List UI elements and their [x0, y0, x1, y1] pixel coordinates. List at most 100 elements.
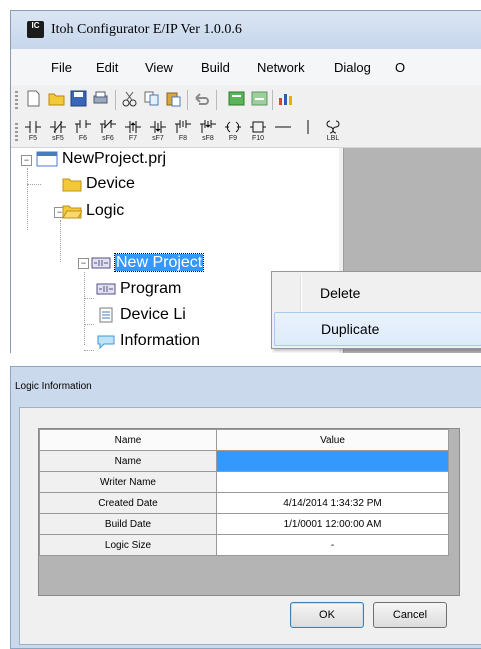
title-bar: IC Itoh Configurator E/IP Ver 1.0.0.6 [11, 11, 481, 49]
table-row[interactable]: Created Date 4/14/2014 1:34:32 PM [39, 492, 449, 514]
toolbar-separator [115, 90, 116, 110]
tree-label: NewProject.prj [62, 150, 167, 167]
menu-network[interactable]: Network [257, 60, 305, 75]
menu-view[interactable]: View [145, 60, 173, 75]
menu-dialog[interactable]: Dialog [334, 60, 371, 75]
window-title: Itoh Configurator E/IP Ver 1.0.0.6 [51, 22, 242, 37]
new-file-icon[interactable] [25, 90, 42, 107]
tree-line [84, 272, 85, 345]
folder-open-icon [62, 205, 82, 219]
row-name: Created Date [39, 492, 217, 514]
menu-bar: File Edit View Build Network Dialog O [11, 49, 481, 85]
monitor-chart-icon[interactable] [277, 90, 294, 107]
row-value: 1/1/0001 12:00:00 AM [216, 513, 449, 535]
table-row[interactable]: Build Date 1/1/0001 12:00:00 AM [39, 513, 449, 535]
row-name: Build Date [39, 513, 217, 535]
copy-icon[interactable] [143, 90, 160, 107]
table-row[interactable]: Writer Name [39, 471, 449, 493]
toolbar-grip[interactable] [15, 123, 18, 143]
table-row[interactable]: Logic Size - [39, 534, 449, 556]
tree-item-new-project[interactable]: New Project [91, 253, 205, 272]
tree-label: Program [120, 280, 182, 297]
menu-file[interactable]: File [51, 60, 72, 75]
logic-program-icon [91, 257, 111, 269]
tree-label: Logic [86, 202, 125, 219]
app-logo-icon: IC [27, 21, 44, 38]
menu-build[interactable]: Build [201, 60, 230, 75]
toolbar-separator [272, 90, 273, 110]
row-value: 4/14/2014 1:34:32 PM [216, 492, 449, 514]
tree-item-logic[interactable]: Logic [62, 202, 124, 220]
build-icon[interactable] [228, 90, 245, 107]
horizontal-line-button[interactable] [273, 120, 293, 144]
ladder-toolbar: F5 sF5 F6 sF6 F7 sF7 F8 sF8 F9 F10 LBL [11, 117, 481, 148]
falling-edge-button[interactable]: sF7 [148, 120, 168, 144]
column-header-value[interactable]: Value [216, 429, 449, 451]
paste-icon[interactable] [165, 90, 182, 107]
cancel-button[interactable]: Cancel [373, 602, 447, 628]
menu-item-label: Delete [320, 285, 361, 301]
cut-icon[interactable] [121, 90, 138, 107]
menu-item-delete[interactable]: Delete [274, 277, 480, 309]
tree-line [84, 298, 94, 299]
dialog-body: Name Value Name Writer Name Created Date… [19, 407, 481, 645]
tree-label: Device Li [120, 306, 186, 323]
context-menu: Delete Duplicate [271, 271, 481, 349]
project-file-icon [36, 151, 58, 167]
toolbar-separator [216, 90, 217, 110]
tree-line [60, 220, 61, 262]
open-folder-icon[interactable] [48, 90, 65, 107]
tree-label: Device [86, 175, 135, 192]
table-row[interactable]: Name [39, 450, 449, 472]
rising-edge-button[interactable]: F7 [123, 120, 143, 144]
standard-toolbar [11, 85, 481, 117]
rebuild-icon[interactable] [251, 90, 268, 107]
tree-label: Information [120, 332, 201, 349]
print-icon[interactable] [92, 90, 109, 107]
tree-line [84, 350, 94, 351]
parallel-falling-edge-button[interactable]: sF8 [198, 120, 218, 144]
menu-item-duplicate[interactable]: Duplicate [274, 312, 481, 346]
contact-no-button[interactable]: F5 [23, 120, 43, 144]
table-header: Name Value [39, 429, 449, 451]
parallel-contact-no-button[interactable]: F6 [73, 120, 93, 144]
menu-edit[interactable]: Edit [96, 60, 118, 75]
tree-item-project[interactable]: NewProject.prj [36, 150, 166, 168]
tree-line [27, 168, 28, 230]
tree-label: New Project [113, 253, 205, 272]
collapse-toggle[interactable]: − [21, 155, 32, 166]
function-block-button[interactable]: F10 [248, 120, 268, 144]
property-table: Name Value Name Writer Name Created Date… [39, 429, 449, 556]
parallel-rising-edge-button[interactable]: F8 [173, 120, 193, 144]
row-name: Logic Size [39, 534, 217, 556]
row-value-input[interactable] [216, 471, 449, 493]
dialog-title: Logic Information [15, 381, 92, 392]
vertical-line-button[interactable] [298, 120, 318, 144]
save-icon[interactable] [70, 90, 87, 107]
undo-icon[interactable] [193, 90, 210, 107]
coil-button[interactable]: F9 [223, 120, 243, 144]
menu-options[interactable]: O [395, 60, 405, 75]
label-button[interactable]: LBL [323, 120, 343, 144]
toolbar-separator [187, 90, 188, 110]
parallel-contact-nc-button[interactable]: sF6 [98, 120, 118, 144]
logic-information-dialog: Logic Information Name Value Name Writer… [10, 366, 481, 649]
toolbar-grip[interactable] [15, 91, 18, 111]
row-value-input[interactable] [216, 450, 449, 472]
tree-line [27, 184, 41, 185]
ok-button[interactable]: OK [290, 602, 364, 628]
tree-line [84, 324, 94, 325]
menu-item-label: Duplicate [321, 321, 380, 337]
property-grid: Name Value Name Writer Name Created Date… [38, 428, 460, 596]
tree-item-program[interactable]: Program [96, 280, 181, 298]
information-icon [97, 335, 115, 349]
collapse-toggle[interactable]: − [78, 258, 89, 269]
column-header-name[interactable]: Name [39, 429, 217, 451]
contact-nc-button[interactable]: sF5 [48, 120, 68, 144]
main-window: IC Itoh Configurator E/IP Ver 1.0.0.6 Fi… [10, 10, 481, 353]
tree-item-information[interactable]: Information [96, 332, 200, 350]
folder-icon [62, 178, 82, 192]
program-icon [96, 283, 116, 295]
tree-item-device[interactable]: Device [62, 175, 135, 193]
tree-item-device-list[interactable]: Device Li [96, 306, 186, 324]
